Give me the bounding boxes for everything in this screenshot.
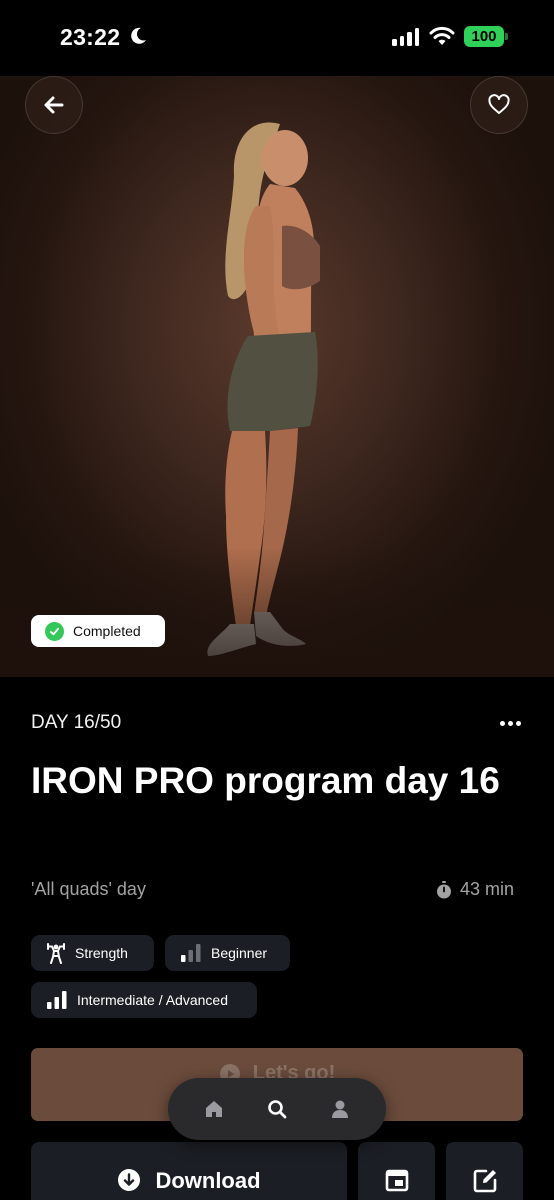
nav-profile[interactable] xyxy=(320,1089,360,1129)
battery-cap xyxy=(505,33,508,40)
nav-home[interactable] xyxy=(194,1089,234,1129)
status-time: 23:22 xyxy=(60,24,121,50)
arrow-left-icon xyxy=(44,96,64,114)
edit-button[interactable] xyxy=(446,1142,523,1200)
search-icon xyxy=(268,1100,287,1119)
bottom-navigation xyxy=(168,1078,386,1140)
completed-badge: Completed xyxy=(31,615,165,647)
day-progress-label: DAY 16/50 xyxy=(31,712,122,733)
more-options-button[interactable] xyxy=(497,713,523,733)
home-icon xyxy=(205,1101,222,1117)
download-circle-icon xyxy=(118,1169,141,1191)
duration-text: 43 min xyxy=(460,879,515,899)
level-bars-icon xyxy=(47,991,67,1009)
battery-indicator: 100 xyxy=(464,26,504,47)
tag-beginner: Beginner xyxy=(165,935,290,971)
heart-icon xyxy=(488,94,510,114)
strength-figure-icon xyxy=(47,943,65,964)
workout-title: IRON PRO program day 16 xyxy=(31,760,500,801)
workout-hero-image xyxy=(0,76,554,677)
checkmark-icon xyxy=(45,621,64,641)
download-button[interactable]: Download xyxy=(31,1142,347,1200)
completed-label: Completed xyxy=(73,623,141,639)
status-bar: 23:22 100 xyxy=(0,0,554,76)
stopwatch-icon xyxy=(437,880,451,898)
cellular-signal-icon xyxy=(392,28,419,46)
ellipsis-icon xyxy=(499,720,505,726)
wifi-icon xyxy=(429,26,455,45)
workout-subtitle: 'All quads' day xyxy=(31,879,146,899)
hero-floor-shadow xyxy=(0,547,554,677)
workout-duration: 43 min xyxy=(436,879,514,900)
schedule-button[interactable] xyxy=(358,1142,435,1200)
level-bars-icon xyxy=(181,944,201,962)
tag-label: Strength xyxy=(75,945,128,961)
tag-label: Beginner xyxy=(211,945,268,961)
tag-intermediate-advanced: Intermediate / Advanced xyxy=(31,982,257,1018)
tag-strength: Strength xyxy=(31,935,154,971)
favorite-button[interactable] xyxy=(470,76,528,134)
download-label: Download xyxy=(155,1168,261,1193)
profile-icon xyxy=(332,1100,349,1118)
nav-search[interactable] xyxy=(257,1089,297,1129)
moon-icon xyxy=(131,27,146,44)
calendar-icon xyxy=(385,1169,408,1192)
tag-label: Intermediate / Advanced xyxy=(77,992,228,1008)
back-button[interactable] xyxy=(25,76,83,134)
edit-icon xyxy=(473,1169,496,1193)
